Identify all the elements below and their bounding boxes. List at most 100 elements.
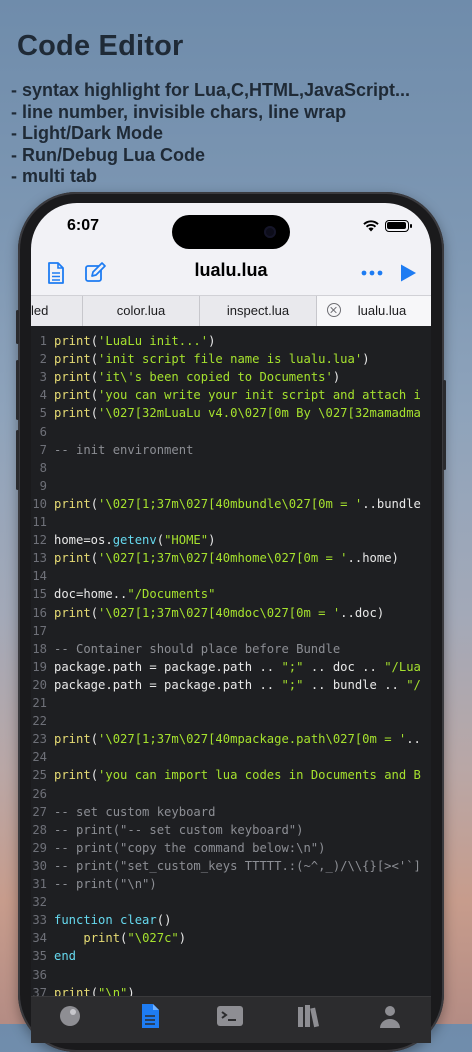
code-line[interactable]: 14 bbox=[31, 567, 431, 585]
library-icon[interactable] bbox=[295, 1003, 325, 1029]
code-line[interactable]: 15 doc=home.."/Documents" bbox=[31, 585, 431, 603]
code-line[interactable]: 35 end bbox=[31, 947, 431, 965]
code-line[interactable]: 33 function clear() bbox=[31, 911, 431, 929]
line-number: 14 bbox=[32, 569, 47, 584]
code-line[interactable]: 30 -- print("set_custom_keys TTTTT.:(~^,_… bbox=[31, 857, 431, 875]
code-line[interactable]: 19 package.path = package.path .. ";" .. … bbox=[31, 658, 431, 676]
code-line[interactable]: 7 -- init environment bbox=[31, 441, 431, 459]
feature-item: - Run/Debug Lua Code bbox=[11, 144, 205, 165]
code-text: -- print("-- set custom keyboard") bbox=[54, 822, 304, 837]
code-line[interactable]: 26 bbox=[31, 785, 431, 803]
status-bar: 6:07 bbox=[31, 203, 431, 251]
file-tab[interactable]: led bbox=[31, 296, 83, 326]
code-text: package.path = package.path .. ";" .. bu… bbox=[54, 677, 421, 692]
promo-title: Code Editor bbox=[17, 30, 184, 62]
line-number: 23 bbox=[32, 732, 47, 747]
line-number: 4 bbox=[39, 388, 47, 403]
code-line[interactable]: 21 bbox=[31, 694, 431, 712]
person-icon[interactable] bbox=[375, 1003, 405, 1029]
code-line[interactable]: 11 bbox=[31, 513, 431, 531]
line-number: 33 bbox=[32, 913, 47, 928]
nav-bar: lualu.lua bbox=[31, 251, 431, 295]
feature-item: - line number, invisible chars, line wra… bbox=[11, 101, 347, 122]
code-text: -- print("set_custom_keys TTTTT.:(~^,_)/… bbox=[54, 858, 421, 873]
code-text: -- set custom keyboard bbox=[54, 804, 216, 819]
code-line[interactable]: 1 print('LuaLu init...') bbox=[31, 332, 431, 350]
feature-item: - Light/Dark Mode bbox=[11, 123, 163, 143]
feature-item: - syntax highlight for Lua,C,HTML,JavaSc… bbox=[11, 80, 411, 100]
line-number: 17 bbox=[32, 623, 47, 638]
code-line[interactable]: 27 -- set custom keyboard bbox=[31, 803, 431, 821]
code-line[interactable]: 24 bbox=[31, 748, 431, 766]
code-line[interactable]: 5 print('\027[32mLuaLu v4.0\027[0m By \02… bbox=[31, 404, 431, 422]
code-line[interactable]: 22 bbox=[31, 712, 431, 730]
code-text: print('\027[1;37m\027[40mdoc\027[0m = '.… bbox=[54, 605, 385, 620]
code-text: print('\027[32mLuaLu v4.0\027[0m By \027… bbox=[54, 406, 421, 421]
line-number: 8 bbox=[39, 460, 47, 475]
code-line[interactable]: 13 print('\027[1;37m\027[40mhome\027[0m =… bbox=[31, 549, 431, 567]
code-line[interactable]: 20 package.path = package.path .. ";" .. … bbox=[31, 676, 431, 694]
phone-side-button bbox=[16, 310, 19, 344]
file-tab-bar: led color.lua inspect.lua lualu.lua bbox=[31, 295, 431, 327]
code-text: -- print("copy the command below:\n") bbox=[54, 840, 326, 855]
line-number: 34 bbox=[32, 931, 47, 946]
code-text: print('\027[1;37m\027[40mbundle\027[0m =… bbox=[54, 496, 421, 511]
line-number: 36 bbox=[32, 967, 47, 982]
close-tab-icon[interactable] bbox=[327, 303, 341, 317]
code-editor[interactable]: 1 print('LuaLu init...') 2 print('init scri… bbox=[31, 326, 431, 998]
line-number: 24 bbox=[32, 750, 47, 765]
line-number: 18 bbox=[32, 641, 47, 656]
line-number: 6 bbox=[39, 424, 47, 439]
code-line[interactable]: 8 bbox=[31, 459, 431, 477]
feature-list: - syntax highlight for Lua,C,HTML,JavaSc… bbox=[11, 80, 410, 188]
battery-icon bbox=[385, 220, 412, 232]
document-icon[interactable] bbox=[135, 1003, 165, 1029]
line-number: 13 bbox=[32, 551, 47, 566]
code-line[interactable]: 6 bbox=[31, 423, 431, 441]
file-tab-label: led bbox=[31, 303, 49, 318]
code-text: doc=home.."/Documents" bbox=[54, 587, 216, 602]
line-number: 22 bbox=[32, 714, 47, 729]
code-line[interactable]: 4 print('you can write your init script a… bbox=[31, 386, 431, 404]
code-text: print('\027[1;37m\027[40mhome\027[0m = '… bbox=[54, 551, 399, 566]
code-line[interactable]: 23 print('\027[1;37m\027[40mpackage.path\… bbox=[31, 730, 431, 748]
file-tab-label: inspect.lua bbox=[226, 303, 290, 318]
file-tab-label: lualu.lua bbox=[357, 303, 407, 318]
phone-side-button bbox=[443, 380, 446, 470]
line-number: 28 bbox=[32, 822, 47, 837]
code-line[interactable]: 34 print("\027c") bbox=[31, 929, 431, 947]
code-line[interactable]: 9 bbox=[31, 477, 431, 495]
circle-icon[interactable] bbox=[55, 1003, 85, 1029]
code-text: end bbox=[54, 949, 77, 964]
file-tab[interactable]: inspect.lua bbox=[200, 296, 317, 326]
line-number: 35 bbox=[32, 949, 47, 964]
code-line[interactable]: 31 -- print("\n") bbox=[31, 875, 431, 893]
dynamic-island bbox=[172, 215, 290, 249]
code-line[interactable]: 36 bbox=[31, 966, 431, 984]
line-number: 11 bbox=[32, 515, 47, 529]
line-number: 32 bbox=[32, 895, 47, 910]
code-line[interactable]: 17 bbox=[31, 622, 431, 640]
code-line[interactable]: 25 print('you can import lua codes in Doc… bbox=[31, 766, 431, 784]
code-line[interactable]: 18 -- Container should place before Bundl… bbox=[31, 640, 431, 658]
code-line[interactable]: 16 print('\027[1;37m\027[40mdoc\027[0m = … bbox=[31, 604, 431, 622]
phone-side-button bbox=[16, 430, 19, 490]
line-number: 12 bbox=[32, 533, 47, 548]
app-screen: 6:07 lualu.lua led color.lua inspect.lua… bbox=[31, 203, 431, 1043]
run-icon[interactable] bbox=[393, 258, 423, 288]
code-line[interactable]: 12 home=os.getenv("HOME") bbox=[31, 531, 431, 549]
terminal-icon[interactable] bbox=[215, 1003, 245, 1029]
code-text: package.path = package.path .. ";" .. do… bbox=[54, 659, 421, 674]
more-icon[interactable] bbox=[357, 258, 387, 288]
file-tab-active[interactable]: lualu.lua bbox=[317, 296, 431, 326]
wifi-icon bbox=[363, 220, 379, 232]
line-number: 29 bbox=[32, 840, 47, 855]
code-line[interactable]: 28 -- print("-- set custom keyboard") bbox=[31, 821, 431, 839]
code-line[interactable]: 32 bbox=[31, 893, 431, 911]
code-line[interactable]: 10 print('\027[1;37m\027[40mbundle\027[0m… bbox=[31, 495, 431, 513]
code-line[interactable]: 2 print('init script file name is lualu.l… bbox=[31, 350, 431, 368]
file-tab[interactable]: color.lua bbox=[83, 296, 200, 326]
code-line[interactable]: 3 print('it\'s been copied to Documents') bbox=[31, 368, 431, 386]
code-line[interactable]: 29 -- print("copy the command below:\n") bbox=[31, 839, 431, 857]
code-text: print('it\'s been copied to Documents') bbox=[54, 370, 341, 385]
